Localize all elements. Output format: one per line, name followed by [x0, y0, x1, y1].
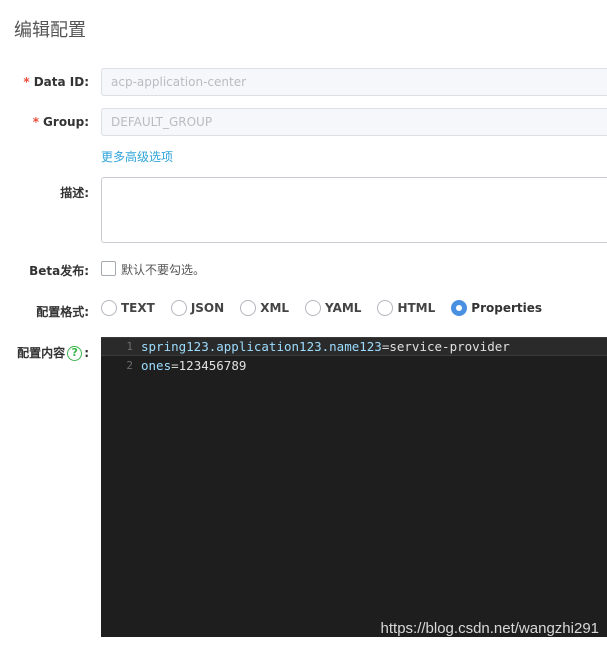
code-line: 2 ones=123456789: [101, 356, 607, 375]
radio-yaml[interactable]: YAML: [305, 300, 361, 316]
format-radio-group: TEXT JSON XML YAML HTML Properties: [101, 300, 558, 316]
radio-selected-icon: [451, 300, 468, 316]
radio-json[interactable]: JSON: [170, 300, 224, 316]
group-field[interactable]: DEFAULT_GROUP: [101, 108, 607, 136]
radio-circle-icon: [240, 300, 257, 316]
property-key: ones: [141, 358, 172, 373]
description-textarea[interactable]: [101, 177, 607, 243]
radio-circle-icon: [305, 300, 322, 316]
page-title: 编辑配置: [14, 20, 86, 41]
data-id-field[interactable]: acp-application-center: [101, 68, 607, 96]
property-value: 123456789: [178, 358, 247, 373]
description-label: 描述:: [60, 186, 89, 200]
beta-checkbox-text: 默认不要勾选。: [121, 263, 206, 277]
beta-checkbox[interactable]: [101, 261, 116, 276]
required-mark: *: [23, 75, 30, 89]
radio-circle-icon: [170, 300, 187, 316]
radio-circle-icon: [377, 300, 394, 316]
property-equals: =: [171, 358, 179, 373]
watermark: https://blog.csdn.net/wangzhi291: [380, 620, 599, 637]
content-label: 配置内容?:: [17, 346, 89, 361]
advanced-options-link[interactable]: 更多高级选项: [101, 148, 173, 165]
line-number: 1: [126, 340, 133, 353]
radio-text[interactable]: TEXT: [101, 300, 155, 316]
group-label: * Group:: [32, 115, 89, 129]
data-id-label: * Data ID:: [23, 75, 89, 89]
radio-html[interactable]: HTML: [377, 300, 435, 316]
property-key: spring123.application123.name123: [141, 339, 382, 354]
radio-xml[interactable]: XML: [240, 300, 289, 316]
line-number: 2: [126, 359, 133, 372]
question-circle-icon[interactable]: ?: [67, 346, 83, 361]
code-line: 1 spring123.application123.name123=servi…: [101, 337, 607, 356]
code-editor[interactable]: 1 spring123.application123.name123 = servi…: [101, 337, 607, 637]
property-value: service-provider: [389, 339, 510, 354]
format-label: 配置格式:: [36, 305, 89, 319]
required-mark: *: [32, 115, 40, 129]
radio-properties[interactable]: Properties: [451, 300, 542, 316]
radio-circle-icon: [101, 300, 117, 316]
beta-label: Beta发布:: [29, 264, 89, 278]
